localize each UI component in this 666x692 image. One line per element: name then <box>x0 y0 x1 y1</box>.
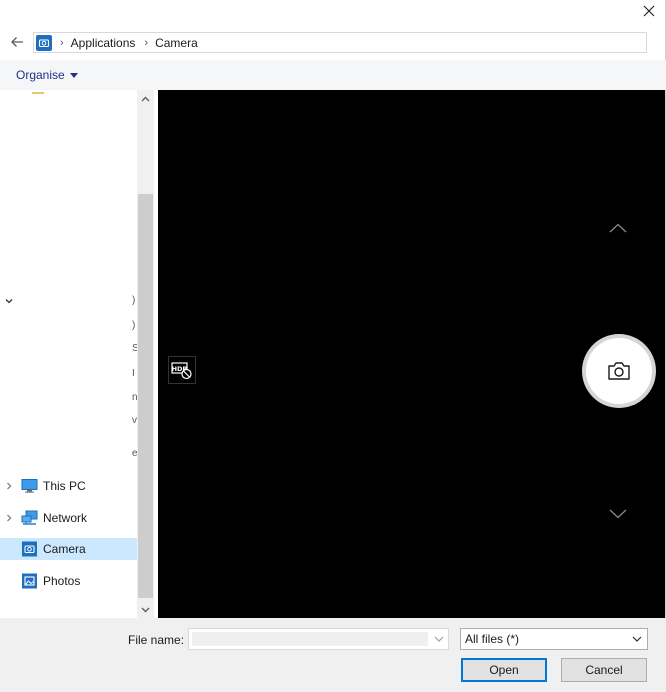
caret-down-icon <box>69 72 78 78</box>
nav-item-this-pc[interactable]: This PC <box>0 475 137 497</box>
switch-mode-down-button[interactable] <box>606 506 630 522</box>
back-button[interactable] <box>6 32 28 52</box>
title-bar <box>0 0 666 24</box>
organise-label: Organise <box>16 68 65 82</box>
nav-item-network[interactable]: Network <box>0 507 137 529</box>
photos-app-icon <box>22 573 37 589</box>
camera-app-icon <box>36 34 52 51</box>
scroll-up-button[interactable] <box>137 90 154 107</box>
nav-item-label: Camera <box>43 542 86 556</box>
nav-item-photos[interactable]: Photos <box>0 570 137 592</box>
camera-icon <box>608 362 630 380</box>
chevron-down-icon <box>609 509 627 519</box>
chevron-right-icon[interactable] <box>3 512 15 524</box>
folder-icon-partial <box>32 92 44 94</box>
scroll-down-button[interactable] <box>137 601 154 618</box>
nav-item-camera[interactable]: Camera <box>0 538 137 560</box>
file-name-input[interactable] <box>188 628 449 650</box>
breadcrumb-applications[interactable]: Applications <box>71 36 136 50</box>
close-icon <box>643 5 655 17</box>
chevron-down-icon[interactable] <box>3 295 15 307</box>
nav-item-label: This PC <box>43 479 86 493</box>
breadcrumb-separator: › <box>144 36 149 49</box>
camera-app-icon <box>22 541 37 557</box>
take-photo-button[interactable] <box>582 334 656 408</box>
command-bar: Organise <box>0 60 666 90</box>
file-type-selected: All files (*) <box>465 632 520 646</box>
arrow-left-icon <box>11 37 23 47</box>
address-row: › Applications › Camera <box>0 28 666 56</box>
camera-preview: HDR <box>158 90 665 618</box>
open-button[interactable]: Open <box>461 658 547 682</box>
shutter-face <box>586 338 652 404</box>
nav-item-label: Network <box>43 511 88 525</box>
chevron-up-icon <box>609 223 627 233</box>
bottom-pane: File name: All files (*) Open Cancel <box>0 618 666 692</box>
chevron-up-icon <box>141 96 150 101</box>
nav-scrollbar[interactable] <box>137 90 154 618</box>
organise-button[interactable]: Organise <box>10 65 84 85</box>
file-type-select[interactable]: All files (*) <box>460 628 648 650</box>
monitor-icon <box>21 479 38 493</box>
file-name-dropdown-button[interactable] <box>430 630 448 648</box>
file-name-label: File name: <box>128 633 185 647</box>
breadcrumb-separator: › <box>60 36 64 49</box>
clipped-text: ) <box>132 320 136 331</box>
nav-item-label: Photos <box>43 574 81 588</box>
breadcrumb-camera[interactable]: Camera <box>155 36 198 50</box>
chevron-down-icon <box>434 636 444 642</box>
chevron-down-icon <box>141 607 150 612</box>
hdr-off-icon: HDR <box>171 362 192 380</box>
chevron-down-icon <box>631 633 643 645</box>
switch-mode-up-button[interactable] <box>606 220 630 236</box>
navigation-pane: ) ) S I n v e This PC Network Camera Pho… <box>0 90 137 618</box>
cancel-button[interactable]: Cancel <box>561 658 647 682</box>
scroll-thumb[interactable] <box>138 194 153 598</box>
clipped-text: ) <box>132 295 136 306</box>
hdr-toggle-button[interactable]: HDR <box>168 356 196 384</box>
file-open-dialog: › Applications › Camera Organise ) ) S I… <box>0 0 666 692</box>
close-button[interactable] <box>638 1 660 21</box>
address-bar[interactable]: › Applications › Camera <box>33 32 647 53</box>
network-icon <box>21 510 38 525</box>
clipped-text: I <box>132 368 135 379</box>
chevron-right-icon[interactable] <box>3 480 15 492</box>
